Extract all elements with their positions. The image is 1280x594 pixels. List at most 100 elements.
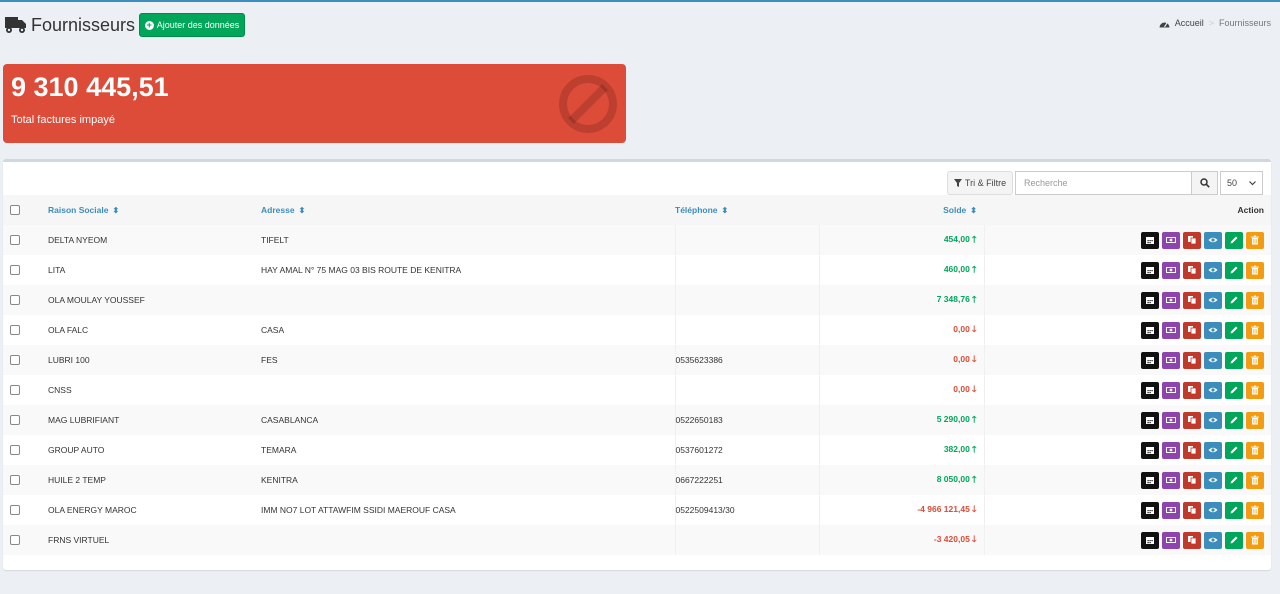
breadcrumb-home[interactable]: Accueil bbox=[1175, 18, 1204, 28]
calendar-button[interactable] bbox=[1141, 231, 1159, 249]
view-button[interactable] bbox=[1204, 501, 1222, 519]
copy-button[interactable] bbox=[1183, 531, 1201, 549]
edit-button[interactable] bbox=[1225, 471, 1243, 489]
header-telephone-label: Téléphone bbox=[675, 205, 718, 215]
calendar-button[interactable] bbox=[1141, 351, 1159, 369]
calendar-button[interactable] bbox=[1141, 501, 1159, 519]
payment-button[interactable] bbox=[1162, 291, 1180, 309]
view-button[interactable] bbox=[1204, 261, 1222, 279]
copy-button[interactable] bbox=[1183, 501, 1201, 519]
edit-button[interactable] bbox=[1225, 411, 1243, 429]
edit-button[interactable] bbox=[1225, 261, 1243, 279]
view-button[interactable] bbox=[1204, 471, 1222, 489]
copy-button[interactable] bbox=[1183, 381, 1201, 399]
delete-button[interactable] bbox=[1246, 531, 1264, 549]
delete-button[interactable] bbox=[1246, 501, 1264, 519]
cell-solde: 8 050,00 🡑 bbox=[818, 465, 984, 495]
row-checkbox[interactable] bbox=[10, 325, 20, 336]
payment-button[interactable] bbox=[1162, 471, 1180, 489]
header-telephone[interactable]: Téléphone ⬍ bbox=[675, 195, 819, 225]
copy-button[interactable] bbox=[1183, 231, 1201, 249]
search-input[interactable] bbox=[1015, 171, 1192, 195]
payment-button[interactable] bbox=[1162, 411, 1180, 429]
select-all-checkbox[interactable] bbox=[10, 205, 20, 216]
calendar-button[interactable] bbox=[1141, 531, 1159, 549]
payment-button[interactable] bbox=[1162, 321, 1180, 339]
view-button[interactable] bbox=[1204, 321, 1222, 339]
row-checkbox[interactable] bbox=[10, 475, 20, 486]
calendar-icon bbox=[1146, 417, 1154, 424]
breadcrumb-separator: > bbox=[1208, 18, 1214, 28]
search-button[interactable] bbox=[1192, 171, 1218, 195]
view-button[interactable] bbox=[1204, 231, 1222, 249]
row-checkbox[interactable] bbox=[10, 235, 20, 246]
delete-button[interactable] bbox=[1246, 261, 1264, 279]
cell-raison-sociale: FRNS VIRTUEL bbox=[48, 535, 110, 545]
row-checkbox[interactable] bbox=[10, 295, 20, 306]
view-button[interactable] bbox=[1204, 351, 1222, 369]
delete-button[interactable] bbox=[1246, 471, 1264, 489]
row-checkbox[interactable] bbox=[10, 265, 20, 276]
calendar-icon bbox=[1146, 447, 1154, 454]
edit-button[interactable] bbox=[1225, 441, 1243, 459]
solde-value: 5 290,00 bbox=[936, 414, 970, 424]
payment-button[interactable] bbox=[1162, 531, 1180, 549]
edit-button[interactable] bbox=[1225, 351, 1243, 369]
copy-button[interactable] bbox=[1183, 471, 1201, 489]
view-button[interactable] bbox=[1204, 291, 1222, 309]
copy-icon bbox=[1188, 296, 1197, 305]
row-checkbox[interactable] bbox=[10, 355, 20, 366]
row-checkbox[interactable] bbox=[10, 535, 20, 546]
payment-button[interactable] bbox=[1162, 261, 1180, 279]
delete-button[interactable] bbox=[1246, 321, 1264, 339]
payment-button[interactable] bbox=[1162, 441, 1180, 459]
view-button[interactable] bbox=[1204, 531, 1222, 549]
header-solde[interactable]: Solde ⬍ bbox=[819, 195, 984, 225]
edit-button[interactable] bbox=[1225, 501, 1243, 519]
edit-button[interactable] bbox=[1225, 231, 1243, 249]
delete-button[interactable] bbox=[1246, 441, 1264, 459]
money-icon bbox=[1166, 237, 1176, 243]
payment-button[interactable] bbox=[1162, 381, 1180, 399]
cell-solde: 0,00 🡓 bbox=[818, 315, 984, 345]
calendar-button[interactable] bbox=[1141, 381, 1159, 399]
copy-button[interactable] bbox=[1183, 291, 1201, 309]
per-page-select[interactable]: 50 bbox=[1220, 171, 1263, 195]
edit-button[interactable] bbox=[1225, 531, 1243, 549]
row-checkbox[interactable] bbox=[10, 505, 20, 516]
header-adresse[interactable]: Adresse ⬍ bbox=[261, 195, 675, 225]
edit-button[interactable] bbox=[1225, 291, 1243, 309]
copy-button[interactable] bbox=[1183, 261, 1201, 279]
copy-button[interactable] bbox=[1183, 411, 1201, 429]
edit-button[interactable] bbox=[1225, 381, 1243, 399]
row-checkbox[interactable] bbox=[10, 385, 20, 396]
view-button[interactable] bbox=[1204, 441, 1222, 459]
calendar-button[interactable] bbox=[1141, 261, 1159, 279]
calendar-button[interactable] bbox=[1141, 471, 1159, 489]
delete-button[interactable] bbox=[1246, 291, 1264, 309]
row-checkbox[interactable] bbox=[10, 445, 20, 456]
edit-button[interactable] bbox=[1225, 321, 1243, 339]
calendar-button[interactable] bbox=[1141, 291, 1159, 309]
filter-button[interactable]: Tri & Filtre bbox=[947, 171, 1013, 195]
copy-button[interactable] bbox=[1183, 321, 1201, 339]
payment-button[interactable] bbox=[1162, 501, 1180, 519]
delete-button[interactable] bbox=[1246, 381, 1264, 399]
delete-button[interactable] bbox=[1246, 411, 1264, 429]
view-button[interactable] bbox=[1204, 381, 1222, 399]
calendar-button[interactable] bbox=[1141, 441, 1159, 459]
add-data-button[interactable]: + Ajouter des données bbox=[139, 13, 245, 37]
row-checkbox[interactable] bbox=[10, 415, 20, 426]
copy-button[interactable] bbox=[1183, 441, 1201, 459]
payment-button[interactable] bbox=[1162, 231, 1180, 249]
delete-button[interactable] bbox=[1246, 231, 1264, 249]
payment-button[interactable] bbox=[1162, 351, 1180, 369]
header-raison-sociale[interactable]: Raison Sociale ⬍ bbox=[48, 195, 261, 225]
calendar-button[interactable] bbox=[1141, 321, 1159, 339]
delete-button[interactable] bbox=[1246, 351, 1264, 369]
solde-value: -4 966 121,45 bbox=[917, 504, 970, 514]
eye-icon bbox=[1208, 447, 1218, 453]
calendar-button[interactable] bbox=[1141, 411, 1159, 429]
copy-button[interactable] bbox=[1183, 351, 1201, 369]
view-button[interactable] bbox=[1204, 411, 1222, 429]
